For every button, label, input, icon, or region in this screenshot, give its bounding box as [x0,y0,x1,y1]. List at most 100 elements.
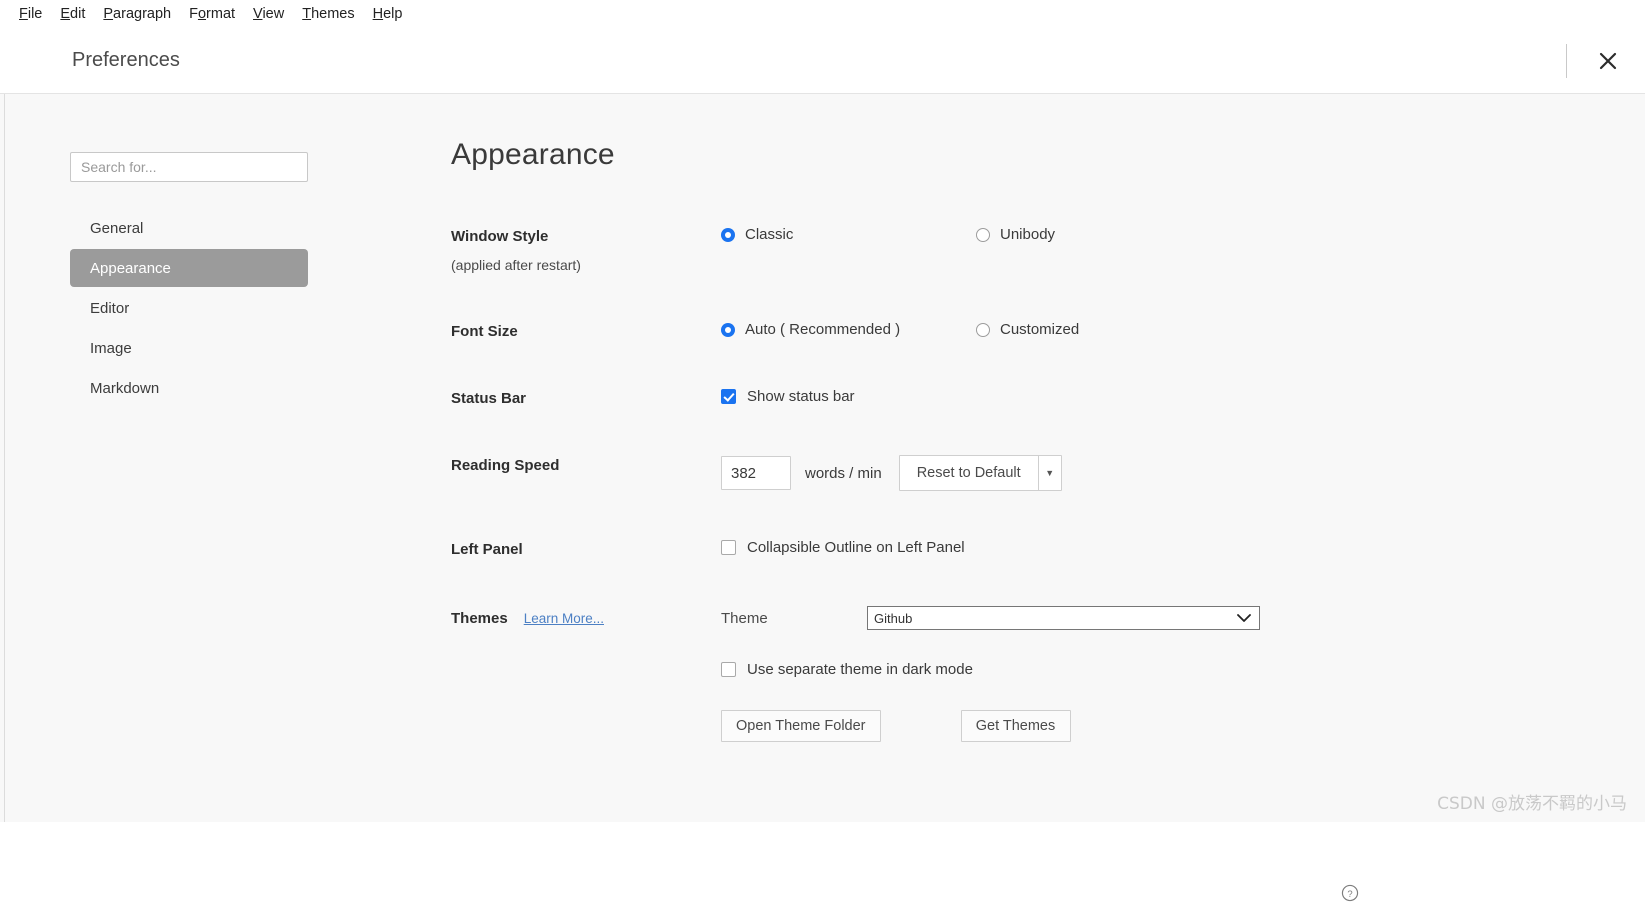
reading-speed-label: Reading Speed [451,457,560,474]
menu-accelerator: T [302,6,312,22]
menu-item-view[interactable]: View [244,4,293,24]
theme-select-wrapper: Github [867,606,1260,630]
reading-speed-unit: words / min [805,464,882,482]
themes-controls: Theme Github Use separate theme in dark … [721,606,1645,742]
radio-window-style-unibody[interactable]: Unibody [976,226,1055,243]
radio-selected-icon [721,322,735,337]
menu-label-rest: iew [262,6,285,22]
setting-row-reading-speed: Reading Speed words / min Reset to Defau… [451,455,1645,491]
radio-font-size-customized[interactable]: Customized [976,321,1079,338]
checkbox-unchecked-icon [721,540,736,555]
preferences-title-bar: Preferences [0,28,1645,94]
sidebar-item-general[interactable]: General [70,209,308,247]
svg-text:?: ? [1347,889,1352,900]
reading-speed-input[interactable] [721,456,791,490]
left-panel-label: Left Panel [451,541,523,558]
window-style-sublabel: (applied after restart) [451,257,581,273]
close-icon [1599,52,1617,70]
radio-font-size-auto[interactable]: Auto ( Recommended ) [721,321,900,338]
help-circle-icon[interactable]: ? [1341,884,1359,902]
menu-item-format[interactable]: Format [180,4,244,24]
themes-label-group: Themes Learn More... [451,606,721,627]
checkbox-separate-dark-theme[interactable]: Use separate theme in dark mode [721,661,973,678]
theme-sub-label: Theme [721,609,768,627]
status-bar-options: Show status bar [721,388,1645,405]
font-size-options: Auto ( Recommended ) Customized [721,321,1645,338]
preferences-body: General Appearance Editor Image Markdown… [0,94,1645,902]
sidebar-item-appearance[interactable]: Appearance [70,249,308,287]
reading-speed-controls: words / min Reset to Default ▼ [721,455,1645,491]
menu-bar: File Edit Paragraph Format View Themes H… [0,0,1645,28]
title-bar-actions [1566,28,1623,94]
sidebar-item-image[interactable]: Image [70,329,308,367]
theme-select-line: Theme Github [721,606,1645,630]
checkbox-checked-icon [721,389,736,404]
reset-to-default-split-button: Reset to Default ▼ [898,455,1062,491]
page-title: Preferences [72,49,180,71]
menu-label-rest: aragraph [113,6,172,22]
sidebar-item-label: Image [90,339,132,357]
menu-item-edit[interactable]: Edit [51,4,94,24]
preferences-content: Appearance Window Style (applied after r… [380,94,1645,902]
checkbox-label: Use separate theme in dark mode [747,661,973,678]
window-style-label: Window Style (applied after restart) [451,226,721,273]
sidebar-item-editor[interactable]: Editor [70,289,308,327]
sidebar-item-label: Appearance [90,259,171,277]
menu-accelerator: F [19,6,28,22]
menu-label-rest: dit [70,6,86,22]
reset-to-default-button[interactable]: Reset to Default [900,456,1038,490]
menu-label-rest: elp [383,6,403,22]
theme-select[interactable]: Github [867,606,1260,630]
close-button[interactable] [1593,46,1623,76]
menu-item-help[interactable]: Help [364,4,412,24]
open-theme-folder-button[interactable]: Open Theme Folder [721,710,881,742]
status-bar-label: Status Bar [451,390,527,407]
sidebar-item-label: Markdown [90,379,160,397]
menu-label-rest: rmat [206,6,236,22]
menu-label-pre: F [189,6,198,22]
menu-item-file[interactable]: File [10,4,51,24]
window-style-options: Classic Unibody [721,226,1645,243]
preferences-sidebar: General Appearance Editor Image Markdown [0,94,380,822]
radio-unselected-icon [976,227,990,242]
left-panel-options: Collapsible Outline on Left Panel [721,539,1645,556]
radio-selected-icon [721,227,735,242]
section-heading: Appearance [451,138,615,171]
setting-row-left-panel: Left Panel Collapsible Outline on Left P… [451,539,1645,558]
theme-buttons: Open Theme Folder Get Themes [721,710,1645,742]
checkbox-show-status-bar[interactable]: Show status bar [721,388,855,405]
setting-row-status-bar: Status Bar Show status bar [451,388,1645,407]
window-style-label-text: Window Style [451,228,549,245]
setting-row-font-size: Font Size Auto ( Recommended ) Customize… [451,321,1645,340]
reset-to-default-label: Reset to Default [916,465,1021,481]
radio-label: Auto ( Recommended ) [745,321,901,338]
menu-label-rest: ile [27,6,43,22]
left-edge-strip [0,94,5,822]
learn-more-link[interactable]: Learn More... [524,611,604,626]
setting-row-window-style: Window Style (applied after restart) Cla… [451,226,1645,273]
menu-item-paragraph[interactable]: Paragraph [94,4,180,24]
sidebar-nav: General Appearance Editor Image Markdown [70,209,380,407]
menu-accelerator: o [197,6,207,22]
themes-label: Themes [451,610,508,627]
setting-row-themes: Themes Learn More... Theme Github Use se… [451,606,1645,902]
checkbox-label: Show status bar [747,388,855,405]
checkbox-unchecked-icon [721,662,736,677]
sidebar-item-label: Editor [90,299,130,317]
menu-accelerator: H [372,6,384,22]
chevron-down-icon: ▼ [1045,468,1055,478]
search-input[interactable] [70,152,308,182]
radio-label: Unibody [1000,226,1056,243]
title-bar-divider [1566,44,1567,78]
sidebar-item-markdown[interactable]: Markdown [70,369,308,407]
watermark: CSDN @放荡不羁的小马 [1437,794,1627,814]
radio-unselected-icon [976,322,990,337]
font-size-label: Font Size [451,323,518,340]
menu-item-themes[interactable]: Themes [293,4,363,24]
checkbox-collapsible-outline[interactable]: Collapsible Outline on Left Panel [721,539,965,556]
radio-window-style-classic[interactable]: Classic [721,226,793,243]
sidebar-item-label: General [90,219,144,237]
menu-accelerator: E [60,6,71,22]
get-themes-button[interactable]: Get Themes [960,710,1071,742]
reset-dropdown-button[interactable]: ▼ [1037,456,1061,490]
